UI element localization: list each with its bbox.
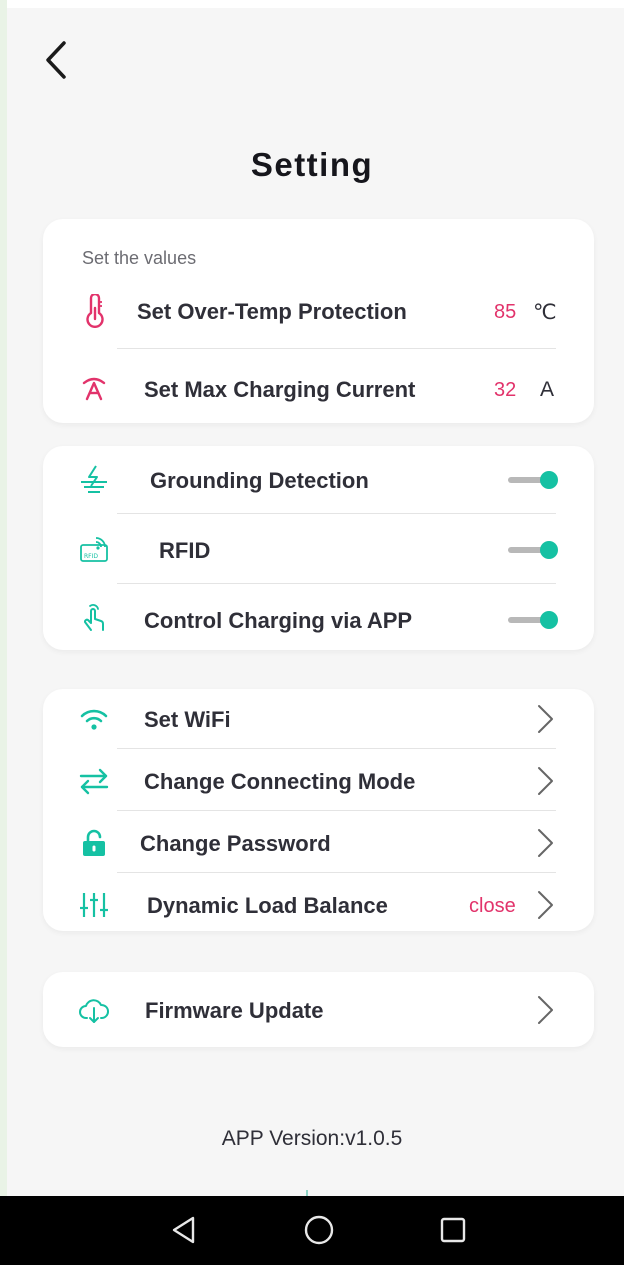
nav-recents-button[interactable] [435,1212,471,1248]
row-firmware-update[interactable]: Firmware Update [43,990,594,1030]
row-label: Firmware Update [145,998,324,1023]
grounding-icon [77,463,111,497]
row-label: Set WiFi [144,707,231,732]
navigation-bar [0,1196,624,1265]
toggle-knob [540,541,558,559]
row-max-charging-current[interactable]: Set Max Charging Current 32 A [43,369,594,409]
cloud-download-icon [77,993,111,1027]
recents-square-icon [440,1217,466,1243]
row-dynamic-load-balance[interactable]: Dynamic Load Balance close [43,885,594,925]
row-label: Dynamic Load Balance [147,893,388,918]
values-card: Set the values Set Over-Temp Protection … [43,219,594,423]
divider [117,748,556,749]
divider [117,513,556,514]
load-balance-status: close [469,895,516,917]
page-title: Setting [250,146,374,183]
sliders-icon [77,888,111,922]
row-change-password[interactable]: Change Password [43,823,594,863]
current-icon [77,371,111,405]
back-triangle-icon [172,1216,195,1244]
wifi-icon [77,702,111,736]
svg-text:RFID: RFID [84,553,98,560]
chevron-right-icon [538,996,553,1024]
hand-touch-icon [77,602,111,636]
row-grounding-detection: Grounding Detection [43,460,594,500]
row-over-temp-protection[interactable]: Set Over-Temp Protection 85 ℃ [43,291,594,331]
row-label: Change Connecting Mode [144,769,416,794]
status-bar-area [0,0,624,8]
nav-home-button[interactable] [301,1212,337,1248]
swap-arrows-icon [77,764,111,798]
row-control-charging-via-app: Control Charging via APP [43,600,594,640]
over-temp-value: 85 [494,301,517,323]
divider [117,872,556,873]
chevron-left-icon [46,41,66,79]
row-label: Control Charging via APP [144,608,413,633]
lock-icon [77,826,111,860]
chevron-right-icon [538,705,553,733]
grounding-detection-toggle[interactable] [508,470,558,490]
toggle-knob [540,611,558,629]
app-version: APP Version:v1.0.5 [221,1127,403,1150]
row-label: Set Over-Temp Protection [137,299,407,324]
chevron-right-icon [538,891,553,919]
row-rfid: RFID RFID [43,530,594,570]
control-via-app-toggle[interactable] [508,610,558,630]
home-circle-icon [304,1215,334,1245]
back-button[interactable] [36,36,76,84]
row-label: Grounding Detection [150,468,369,493]
divider [117,583,556,584]
firmware-card: Firmware Update [43,972,594,1047]
rfid-toggle[interactable] [508,540,558,560]
links-card: Set WiFi Change Connecting Mode Change P… [43,689,594,931]
toggle-knob [540,471,558,489]
row-label: Change Password [140,831,331,856]
nav-back-button[interactable] [166,1212,202,1248]
max-current-unit: A [540,378,555,401]
divider [117,348,556,349]
toggles-card: Grounding Detection RFID RFID Control Ch… [43,446,594,650]
divider [117,810,556,811]
row-set-wifi[interactable]: Set WiFi [43,699,594,739]
row-change-connecting-mode[interactable]: Change Connecting Mode [43,761,594,801]
row-label: Set Max Charging Current [144,377,416,402]
max-current-value: 32 [494,379,517,401]
thermometer-icon [77,294,111,328]
row-label: RFID [159,538,211,563]
chevron-right-icon [538,767,553,795]
chevron-right-icon [538,829,553,857]
section-caption: Set the values [82,248,197,268]
rfid-icon: RFID [77,533,111,567]
over-temp-unit: ℃ [533,301,557,324]
